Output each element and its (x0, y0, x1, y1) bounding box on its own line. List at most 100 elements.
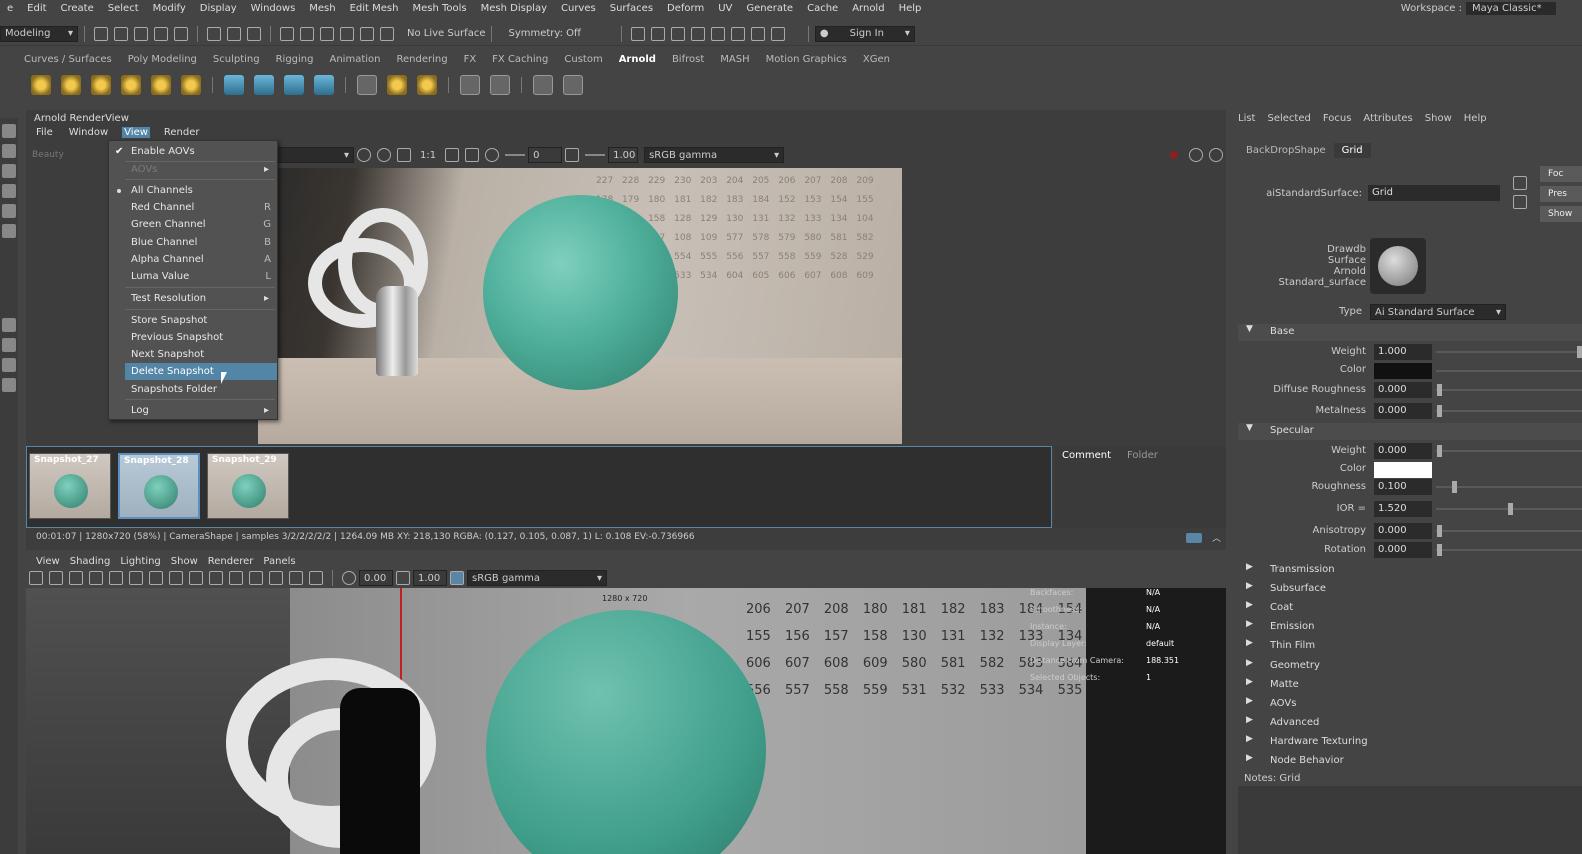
tab-arnold[interactable]: Arnold (619, 54, 656, 65)
texture-icon[interactable] (357, 75, 377, 95)
pause-icon[interactable] (770, 26, 785, 41)
menu-create[interactable]: Create (61, 3, 94, 14)
gamma-field[interactable]: 1.00 (608, 147, 639, 163)
skydome-light-icon[interactable] (121, 75, 141, 95)
anisotropy-slider[interactable] (1436, 530, 1582, 532)
specular-weight-field[interactable]: 0.000 (1374, 443, 1432, 459)
colorspace-dropdown[interactable]: sRGB gamma ▾ (644, 147, 785, 163)
gamma-slider[interactable] (585, 154, 606, 156)
specular-roughness-slider[interactable] (1436, 486, 1582, 488)
select-object-icon[interactable] (227, 26, 241, 41)
menu-arnold[interactable]: Arnold (852, 3, 884, 14)
gear-icon[interactable] (1209, 148, 1223, 162)
menu-mesh-display[interactable]: Mesh Display (481, 3, 547, 14)
tab-sculpting[interactable]: Sculpting (213, 54, 260, 65)
volume-icon[interactable] (254, 75, 274, 95)
snapshot-thumbnail[interactable]: Snapshot_29 (207, 453, 289, 519)
focus-button[interactable]: Foc (1540, 166, 1582, 182)
tab-backdropshape[interactable]: BackDropShape (1238, 143, 1334, 158)
shadows-icon[interactable] (229, 571, 243, 585)
section-advanced[interactable]: ▶ Advanced (1238, 715, 1582, 732)
menu-mesh[interactable]: Mesh (309, 3, 335, 14)
menu-item-enable-aovs[interactable]: ✔ Enable AOVs (109, 143, 277, 160)
slider-handle[interactable] (1577, 346, 1582, 358)
arnold-render-icon[interactable] (730, 26, 745, 41)
xray-joints-icon[interactable] (309, 571, 323, 585)
tab-mash[interactable]: MASH (720, 54, 749, 65)
restart-icon[interactable] (1189, 148, 1203, 162)
section-coat[interactable]: ▶ Coat (1238, 600, 1582, 617)
shading-group-icon[interactable] (490, 75, 510, 95)
snap-view-icon[interactable] (340, 26, 354, 41)
menu-windows[interactable]: Windows (251, 3, 296, 14)
tab-bifrost[interactable]: Bifrost (672, 54, 704, 65)
presets-button[interactable]: Pres (1540, 186, 1582, 202)
pixel-icon[interactable] (465, 148, 480, 162)
base-weight-slider[interactable] (1436, 351, 1582, 353)
textured-icon[interactable] (189, 571, 203, 585)
base-color-swatch[interactable] (1374, 363, 1432, 379)
ae-menu-help[interactable]: Help (1464, 113, 1487, 124)
menu-mesh-tools[interactable]: Mesh Tools (412, 3, 466, 14)
select-hierarchy-icon[interactable] (207, 26, 221, 41)
viewport-gamma-field[interactable]: 1.00 (413, 570, 447, 586)
hypershade-icon[interactable] (710, 26, 725, 41)
tab-comment[interactable]: Comment (1062, 450, 1111, 461)
mode-dropdown[interactable]: Modeling ▾ (0, 25, 78, 42)
rotate-tool-icon[interactable] (2, 204, 16, 218)
go-to-input-icon[interactable] (1513, 176, 1527, 190)
menu-item-all-channels[interactable]: All Channels (109, 182, 277, 199)
material-swatch[interactable] (1370, 238, 1426, 294)
fit-icon[interactable] (445, 148, 460, 162)
ipr-render-icon[interactable] (670, 26, 685, 41)
menu-item-red-channel[interactable]: Red Channel R (109, 199, 277, 216)
camera-attr-icon[interactable] (29, 571, 43, 585)
specular-color-swatch[interactable] (1374, 462, 1432, 478)
menu-item-previous-snapshot[interactable]: Previous Snapshot (109, 329, 277, 346)
select-component-icon[interactable] (247, 26, 261, 41)
snap-point-icon[interactable] (320, 26, 334, 41)
slider-handle[interactable] (1508, 503, 1513, 515)
specular-weight-slider[interactable] (1436, 450, 1582, 452)
rotation-field[interactable]: 0.000 (1374, 542, 1432, 558)
snap-grid-icon[interactable] (280, 26, 294, 41)
exposure-slider[interactable] (505, 154, 526, 156)
slider-handle[interactable] (1437, 525, 1442, 537)
section-subsurface[interactable]: ▶ Subsurface (1238, 581, 1582, 598)
viewport-menu-lighting[interactable]: Lighting (120, 556, 160, 567)
outliner-icon[interactable] (2, 378, 16, 392)
curve-collector-icon[interactable] (284, 75, 304, 95)
menu-item-delete-snapshot[interactable]: Delete Snapshot (125, 363, 277, 380)
viewport-menu-panels[interactable]: Panels (263, 556, 295, 567)
render-setup-icon[interactable] (750, 26, 765, 41)
rotation-slider[interactable] (1436, 549, 1582, 551)
crop-icon[interactable] (397, 148, 411, 162)
snap-curve-icon[interactable] (300, 26, 314, 41)
photometric-light-icon[interactable] (91, 75, 111, 95)
flush-cache-icon[interactable] (417, 75, 437, 95)
workspace-selector[interactable]: Workspace : Maya Classic* (1401, 2, 1556, 15)
menu-item-green-channel[interactable]: Green Channel G (109, 216, 277, 233)
render-sequence-icon[interactable] (650, 26, 665, 41)
slider-handle[interactable] (1437, 405, 1442, 417)
render-menu-render[interactable]: Render (162, 127, 202, 138)
metalness-field[interactable]: 0.000 (1374, 403, 1432, 419)
section-hardware-texturing[interactable]: ▶ Hardware Texturing (1238, 734, 1582, 751)
gamma-icon[interactable] (396, 571, 410, 585)
image-plane-icon[interactable] (69, 571, 83, 585)
menu-item-next-snapshot[interactable]: Next Snapshot (109, 346, 277, 363)
tab-rendering[interactable]: Rendering (396, 54, 447, 65)
exposure-field[interactable]: 0 (528, 147, 563, 163)
section-specular[interactable]: ▼ Specular (1238, 423, 1582, 440)
menu-item-alpha-channel[interactable]: Alpha Channel A (109, 251, 277, 268)
film-gate-icon[interactable] (109, 571, 123, 585)
tab-fx[interactable]: FX (464, 54, 477, 65)
save-scene-icon[interactable] (134, 26, 148, 41)
slider-handle[interactable] (1452, 481, 1457, 493)
lasso-tool-icon[interactable] (2, 144, 16, 158)
metalness-slider[interactable] (1436, 410, 1582, 412)
menu-e[interactable]: e (7, 3, 13, 14)
color-management-icon[interactable] (450, 571, 464, 585)
region-icon[interactable] (377, 148, 391, 162)
wireframe-icon[interactable] (149, 571, 163, 585)
